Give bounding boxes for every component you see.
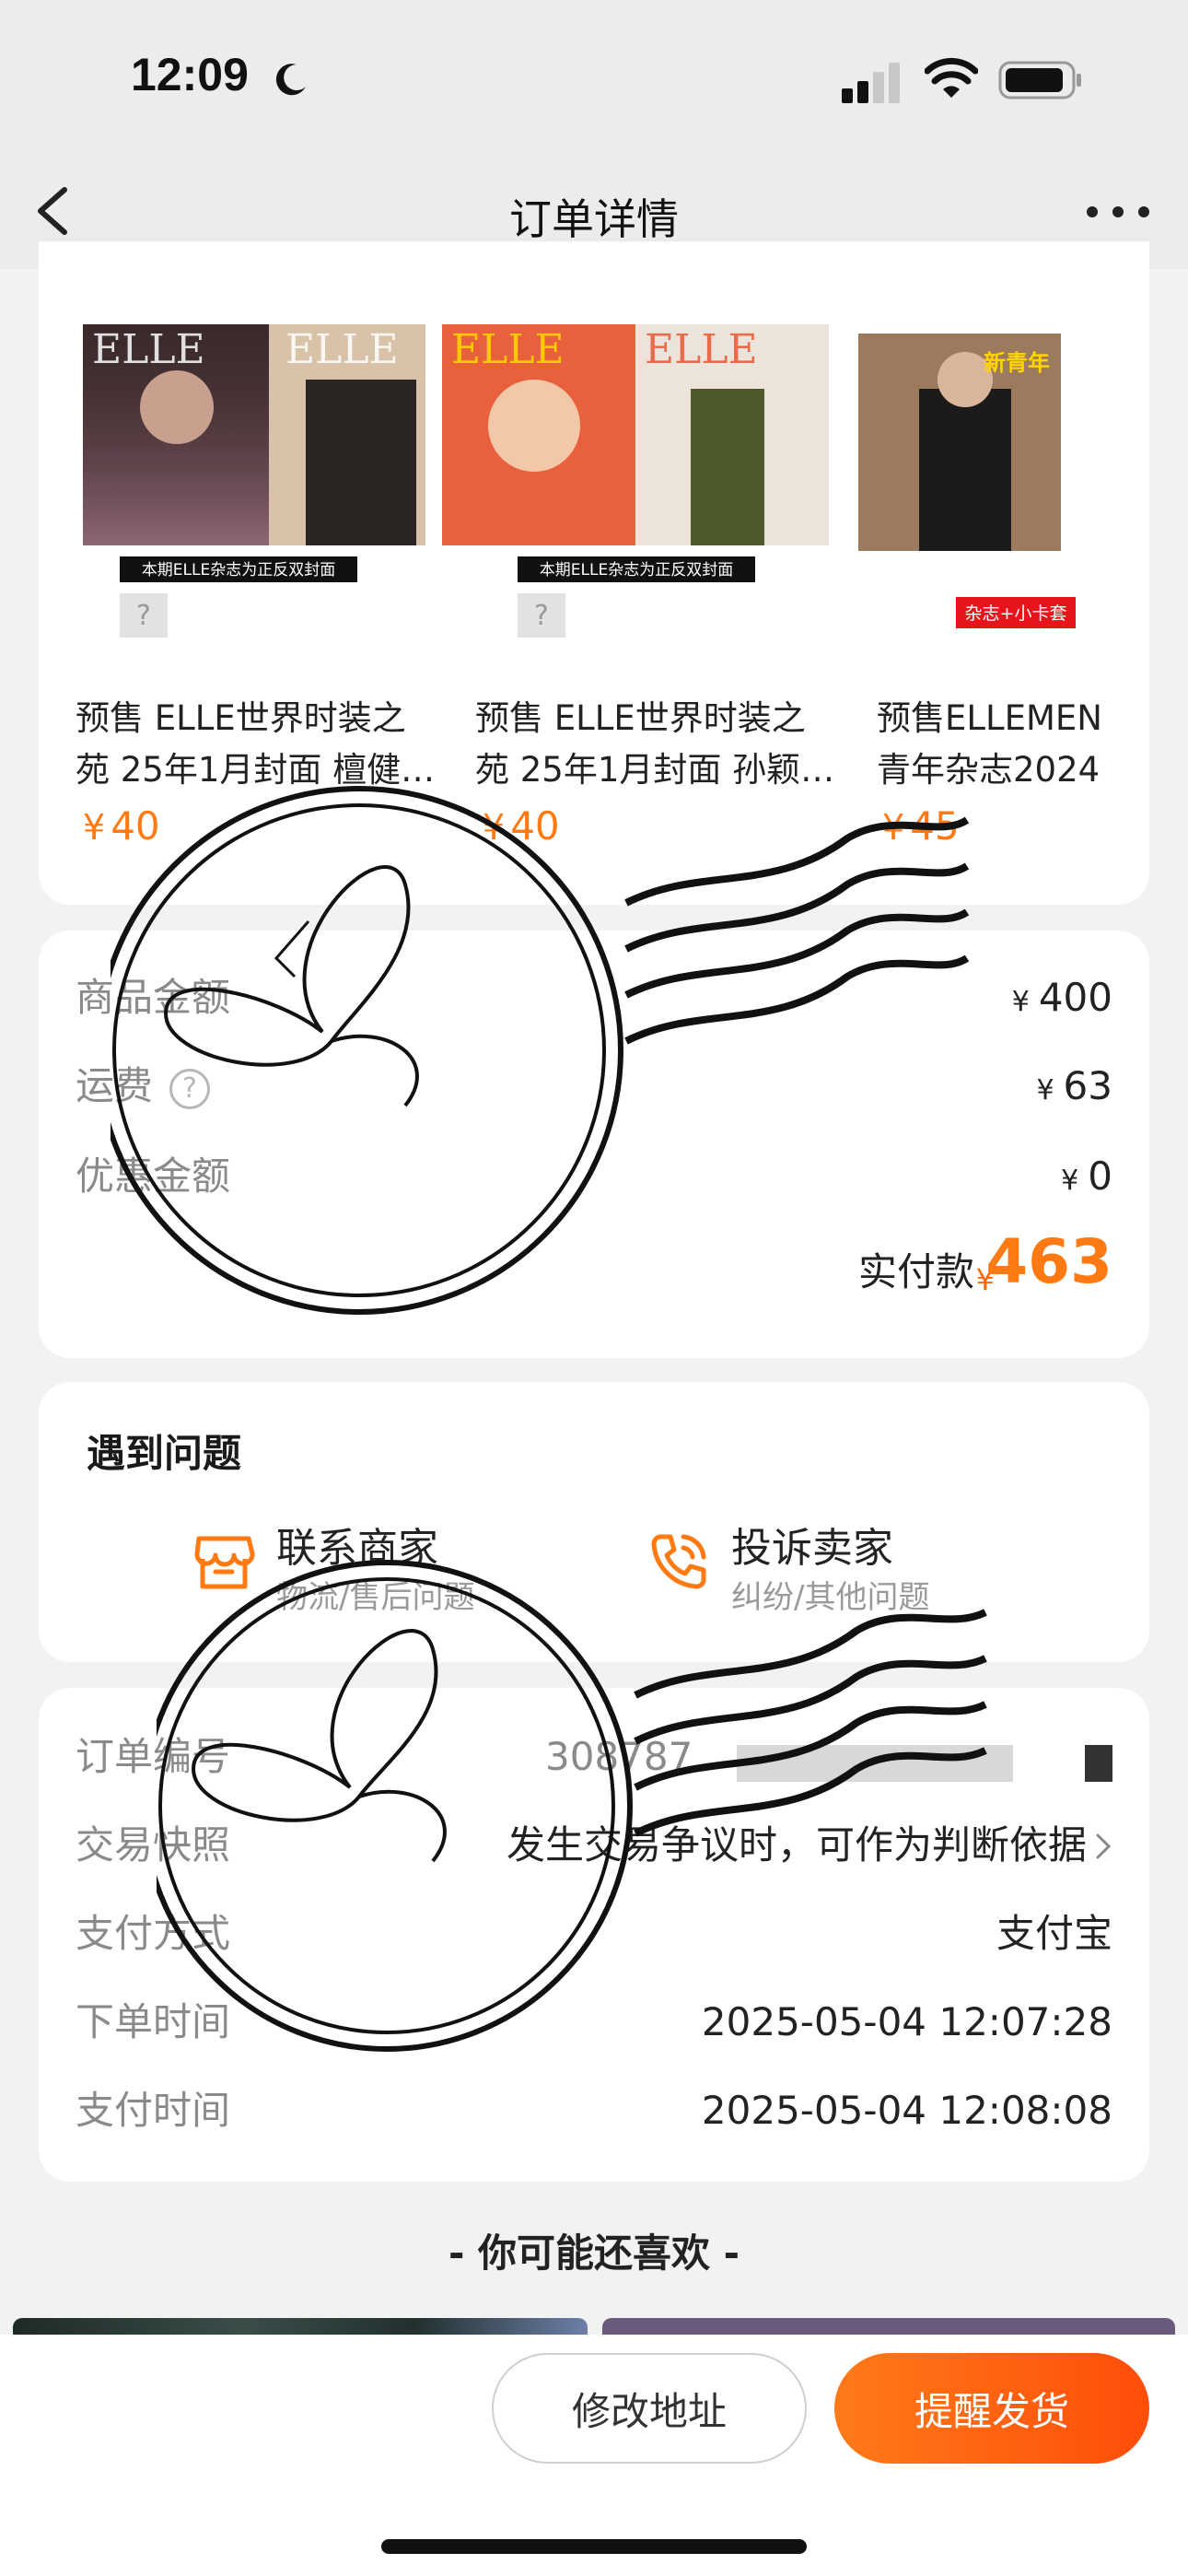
recommend-section-title: - 你可能还喜欢 - xyxy=(448,2231,740,2276)
complain-seller-subtitle: 纠纷/其他问题 xyxy=(731,1579,930,1616)
payment-method-label: 支付方式 xyxy=(76,1911,231,1956)
bottom-action-bar: 修改地址 提醒发货 xyxy=(0,2335,1188,2576)
remind-shipment-button[interactable]: 提醒发货 xyxy=(834,2353,1149,2464)
contact-merchant-subtitle: 物流/售后问题 xyxy=(276,1579,475,1616)
product-cover-image: ELLE ELLE 本期ELLE杂志为正反双封面 ? xyxy=(83,324,425,638)
product-cover-image: ELLE ELLE 本期ELLE杂志为正反双封面 ? xyxy=(442,324,829,638)
payment-time-label: 支付时间 xyxy=(76,2088,231,2133)
order-time-row: 下单时间 2025-05-04 12:07:28 xyxy=(76,1990,1112,2055)
moon-icon xyxy=(275,64,306,96)
complain-seller-title: 投诉卖家 xyxy=(731,1525,893,1572)
product-tag: 杂志+小卡套 xyxy=(965,603,1067,624)
total-paid-label: 实付款 xyxy=(857,1249,974,1294)
status-bar: 12:09 xyxy=(0,0,1188,157)
discount-label: 优惠金额 xyxy=(76,1153,231,1199)
shipping-label: 运费? xyxy=(76,1054,211,1118)
order-info-card: 订单编号 308787 交易快照 发生交易争议时，可作为判断依据 支付方式 支付… xyxy=(39,1688,1149,2182)
modify-address-button[interactable]: 修改地址 xyxy=(492,2353,807,2464)
svg-text:ELLE: ELLE xyxy=(451,326,565,373)
products-card: ELLE ELLE 本期ELLE杂志为正反双封面 ? 预售 ELLE世界时装之 … xyxy=(39,241,1149,905)
help-question-icon[interactable]: ? xyxy=(169,1068,211,1109)
cellular-signal-icon xyxy=(842,63,900,103)
order-time-label: 下单时间 xyxy=(76,1999,231,2044)
wifi-icon xyxy=(925,57,978,98)
payment-time-row: 支付时间 2025-05-04 12:08:08 xyxy=(76,2078,1112,2143)
payment-time-value: 2025-05-04 12:08:08 xyxy=(701,2088,1112,2133)
redacted-block xyxy=(737,1745,1013,1782)
order-number-row: 订单编号 308787 xyxy=(76,1725,1112,1789)
product-price: ¥45 xyxy=(882,803,960,849)
svg-text:ELLE: ELLE xyxy=(92,326,205,373)
svg-text:?: ? xyxy=(534,600,549,632)
shipping-row: 运费? ¥63 xyxy=(76,1054,1112,1118)
product-price: ¥40 xyxy=(483,803,560,849)
home-indicator xyxy=(381,2539,807,2554)
order-time-value: 2025-05-04 12:07:28 xyxy=(701,1999,1112,2044)
product-price: ¥40 xyxy=(83,803,160,849)
battery-icon xyxy=(998,61,1081,100)
contact-merchant-title: 联系商家 xyxy=(276,1525,438,1572)
goods-amount-label: 商品金额 xyxy=(76,975,231,1020)
redacted-block xyxy=(1085,1745,1112,1782)
product-banner-text: 本期ELLE杂志为正反双封面 xyxy=(142,561,335,580)
goods-amount-row: 商品金额 ¥400 xyxy=(76,966,1112,1030)
payment-method-value: 支付宝 xyxy=(996,1911,1112,1956)
store-icon xyxy=(194,1536,255,1589)
svg-text:?: ? xyxy=(136,600,151,632)
page-title: 订单详情 xyxy=(509,194,679,244)
problem-card: 遇到问题 联系商家 物流/售后问题 投诉卖家 纠纷/其他问题 xyxy=(39,1382,1149,1662)
product-name: 预售 ELLE世界时装之 苑 25年1月封面 檀健… xyxy=(76,698,436,790)
total-paid-value: 463 xyxy=(985,1226,1112,1297)
discount-value: ¥0 xyxy=(1061,1153,1112,1199)
snapshot-row[interactable]: 交易快照 发生交易争议时，可作为判断依据 xyxy=(76,1813,1112,1878)
svg-text:ELLE: ELLE xyxy=(645,326,758,373)
snapshot-label: 交易快照 xyxy=(76,1822,231,1868)
product-name: 预售ELLEMEN 青年杂志2024 xyxy=(877,698,1102,790)
svg-text:ELLE: ELLE xyxy=(285,326,399,373)
status-time: 12:09 xyxy=(131,49,249,100)
order-number-label: 订单编号 xyxy=(76,1734,231,1779)
phone-icon xyxy=(651,1534,706,1589)
contact-merchant-button[interactable]: 联系商家 物流/售后问题 xyxy=(192,1515,542,1625)
svg-text:本期ELLE杂志为正反双封面: 本期ELLE杂志为正反双封面 xyxy=(540,561,733,580)
product-cover-image: 新青年 杂志+小卡套 xyxy=(858,334,1076,628)
amount-card: 商品金额 ¥400 运费? ¥63 优惠金额 ¥0 实付款 ¥ 463 xyxy=(39,931,1149,1358)
goods-amount-value: ¥400 xyxy=(1011,975,1112,1020)
svg-text:新青年: 新青年 xyxy=(984,350,1050,376)
snapshot-value: 发生交易争议时，可作为判断依据 xyxy=(506,1822,1087,1868)
payment-method-row: 支付方式 支付宝 xyxy=(76,1902,1112,1966)
chevron-right-icon xyxy=(1096,1833,1112,1859)
complain-seller-button[interactable]: 投诉卖家 纠纷/其他问题 xyxy=(646,1515,1052,1625)
order-number-value: 308787 xyxy=(545,1734,693,1779)
more-options-icon[interactable] xyxy=(1083,193,1153,230)
problem-section-title: 遇到问题 xyxy=(87,1431,242,1476)
discount-row: 优惠金额 ¥0 xyxy=(76,1144,1112,1209)
product-name: 预售 ELLE世界时装之 苑 25年1月封面 孙颖… xyxy=(475,698,835,790)
shipping-value: ¥63 xyxy=(1036,1063,1112,1108)
